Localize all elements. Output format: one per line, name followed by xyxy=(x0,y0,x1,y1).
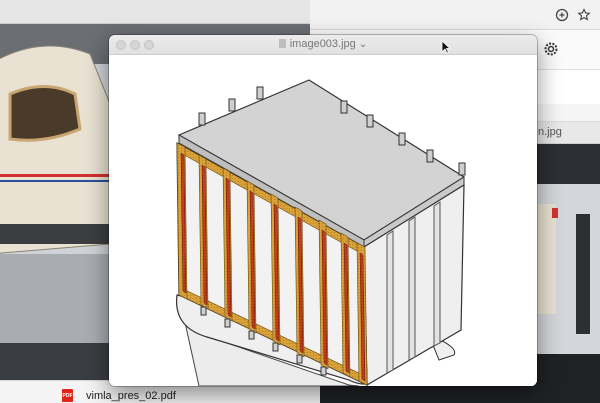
box-drawing xyxy=(175,79,466,386)
gear-icon[interactable] xyxy=(542,40,560,58)
window-title-text: image003.jpg xyxy=(289,38,356,50)
file-name-label[interactable]: vimla_pres_02.pdf xyxy=(86,390,176,402)
preview-titlebar[interactable]: image003.jpg ⌄ xyxy=(109,35,537,55)
bookmark-star-icon[interactable] xyxy=(576,7,592,23)
image-canvas xyxy=(109,55,537,386)
title-chevron-icon[interactable]: ⌄ xyxy=(359,39,367,50)
background-window-toolbar xyxy=(0,0,318,24)
background-window-title: n.jpg xyxy=(538,126,562,138)
mouse-cursor-icon xyxy=(441,40,451,54)
pdf-file-icon: PDF xyxy=(62,389,73,402)
window-title[interactable]: image003.jpg ⌄ xyxy=(109,38,537,50)
preview-window: image003.jpg ⌄ xyxy=(109,35,537,386)
document-icon xyxy=(278,39,286,48)
zoom-in-icon[interactable] xyxy=(554,7,570,23)
background-photo-right xyxy=(536,144,600,354)
